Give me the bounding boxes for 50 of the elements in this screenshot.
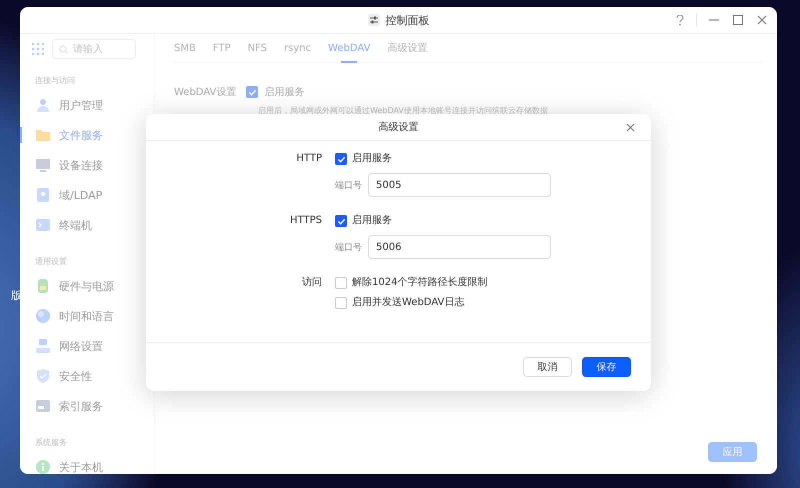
sidebar-item[interactable]: 关于本机	[20, 452, 154, 474]
checkbox-label: 启用服务	[352, 153, 392, 165]
search-field[interactable]: 请输入	[52, 39, 136, 59]
checkbox[interactable]	[335, 215, 347, 227]
help-icon[interactable]	[674, 12, 686, 28]
folder-icon	[35, 127, 51, 143]
close-icon[interactable]	[755, 13, 769, 27]
tab[interactable]: rsync	[276, 34, 320, 62]
port-field[interactable]: 5005	[368, 173, 551, 197]
tab[interactable]: NFS	[240, 34, 275, 62]
section-heading: 系统服务	[34, 437, 68, 449]
network-icon	[35, 338, 51, 354]
section-heading: 通用设置	[34, 256, 68, 268]
sidebar-item[interactable]: 索引服务	[20, 391, 154, 421]
globe-icon	[35, 308, 51, 324]
checkbox-label: 启用服务	[264, 86, 304, 99]
terminal-icon	[35, 217, 51, 233]
server-icon	[35, 398, 51, 414]
checkbox[interactable]	[246, 86, 258, 98]
maximize-icon[interactable]	[731, 13, 745, 27]
port-label: 端口号	[335, 180, 362, 192]
section-heading: 连接与访问	[34, 75, 76, 87]
port-label: 端口号	[335, 242, 362, 254]
window-title: 控制面板	[386, 12, 430, 28]
tab[interactable]: 高级设置	[379, 34, 436, 62]
description-text: 启用后，局域网或外网可以通过WebDAV使用本地账号连接并访问缤联云存储数据	[258, 105, 549, 116]
person-icon	[35, 97, 51, 113]
cancel-button[interactable]: 取消	[523, 357, 572, 377]
tab[interactable]: FTP	[204, 34, 239, 62]
save-button[interactable]: 保存	[582, 357, 631, 377]
id-card-icon	[35, 187, 51, 203]
checkbox-label: 解除1024个字符路径长度限制	[352, 277, 488, 289]
group-label: 访问	[302, 277, 322, 289]
close-icon[interactable]	[624, 121, 637, 134]
search-icon	[59, 45, 68, 54]
checkbox-label: 启用并发送WebDAV日志	[352, 297, 464, 309]
dialog-title: 高级设置	[378, 120, 418, 134]
checkbox[interactable]	[335, 153, 347, 165]
group-label: HTTPS	[290, 215, 322, 227]
tab[interactable]: WebDAV	[320, 34, 378, 62]
checkbox-label: 启用服务	[352, 215, 392, 227]
tab[interactable]: SMB	[174, 34, 204, 62]
battery-icon	[35, 278, 51, 294]
setting-label: WebDAV设置	[174, 86, 236, 99]
monitor-icon	[35, 157, 51, 173]
shield-icon	[35, 368, 51, 384]
sliders-icon	[368, 14, 380, 26]
group-label: HTTP	[296, 153, 322, 165]
sidebar-item[interactable]: 用户管理	[20, 90, 154, 120]
port-field[interactable]: 5006	[368, 235, 551, 259]
